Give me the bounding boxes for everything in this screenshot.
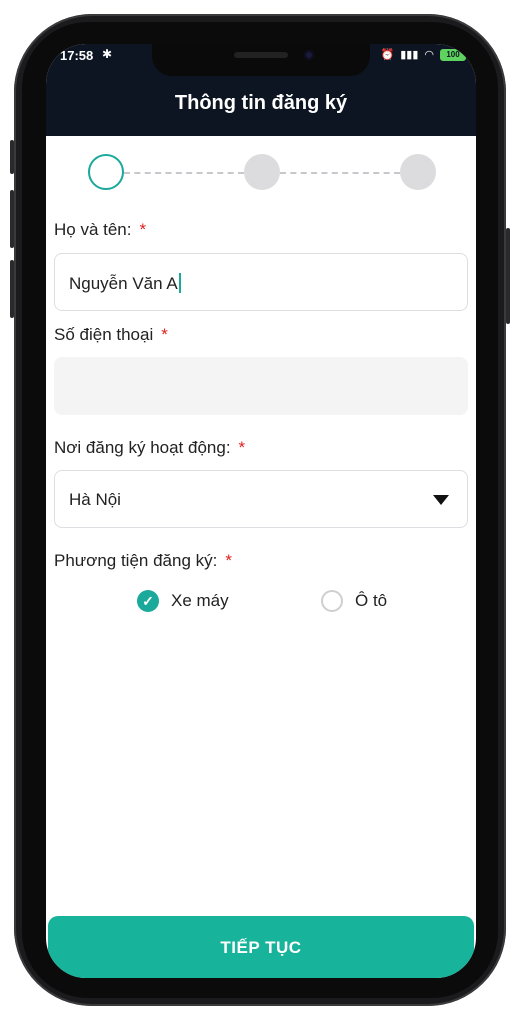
radio-checked-icon[interactable]: ✓ bbox=[137, 590, 159, 612]
vehicle-label: Phương tiện đăng ký: * bbox=[54, 551, 232, 571]
required-mark: * bbox=[139, 220, 147, 239]
vehicle-option-label: Xe máy bbox=[171, 591, 229, 610]
region-dropdown[interactable]: Hà Nội bbox=[54, 470, 468, 528]
volume-up-button bbox=[10, 190, 14, 248]
battery-icon: 100 bbox=[440, 48, 466, 61]
vehicle-option-car[interactable]: Ô tô bbox=[321, 588, 387, 614]
region-selected-value: Hà Nội bbox=[69, 490, 121, 509]
step-connector bbox=[280, 172, 400, 174]
vehicle-option-motorbike[interactable]: ✓ Xe máy bbox=[137, 588, 229, 614]
phone-field[interactable] bbox=[54, 357, 468, 415]
bluetooth-icon: ✱ bbox=[102, 47, 113, 61]
front-camera bbox=[304, 50, 314, 60]
app-screen: 17:58 ✱ ⏰ ▮▮▮ ◠ 100 Thông tin đăng ký Họ… bbox=[46, 44, 476, 978]
signal-icon: ▮▮▮ bbox=[400, 49, 419, 61]
next-button[interactable]: TIẾP TỤC bbox=[48, 916, 474, 978]
name-value-text: Nguyễn Văn A bbox=[69, 274, 178, 293]
vehicle-label-text: Phương tiện đăng ký: bbox=[54, 551, 218, 570]
status-time: 17:58 bbox=[60, 48, 94, 63]
power-button bbox=[506, 228, 510, 324]
alarm-icon: ⏰ bbox=[380, 49, 395, 61]
wifi-icon: ◠ bbox=[424, 49, 434, 61]
step-indicator bbox=[46, 152, 476, 192]
name-label: Họ và tên: * bbox=[54, 220, 146, 240]
step-connector bbox=[124, 172, 244, 174]
phone-label: Số điện thoại * bbox=[54, 325, 168, 345]
required-mark: * bbox=[161, 325, 168, 344]
name-input-value: Nguyễn Văn A bbox=[69, 273, 181, 294]
step-3 bbox=[400, 154, 436, 190]
text-cursor bbox=[178, 273, 181, 293]
volume-down-button bbox=[10, 260, 14, 318]
region-label-text: Nơi đăng ký hoạt động: bbox=[54, 438, 231, 457]
phone-label-text: Số điện thoại bbox=[54, 325, 154, 344]
volume-button bbox=[10, 140, 14, 174]
required-mark: * bbox=[238, 438, 246, 457]
step-2 bbox=[244, 154, 280, 190]
page-title: Thông tin đăng ký bbox=[174, 92, 348, 114]
speaker-grille bbox=[234, 52, 288, 58]
radio-unchecked-icon[interactable] bbox=[321, 590, 343, 612]
phone-notch bbox=[152, 44, 370, 76]
step-1 bbox=[88, 154, 124, 190]
caret-down-icon bbox=[433, 495, 449, 505]
region-label: Nơi đăng ký hoạt động: * bbox=[54, 438, 245, 458]
status-icons: ⏰ ▮▮▮ ◠ 100 bbox=[381, 48, 466, 61]
name-field[interactable]: Nguyễn Văn A bbox=[54, 253, 468, 311]
name-label-text: Họ và tên: bbox=[54, 220, 132, 239]
vehicle-option-label: Ô tô bbox=[355, 591, 388, 610]
required-mark: * bbox=[225, 551, 232, 570]
